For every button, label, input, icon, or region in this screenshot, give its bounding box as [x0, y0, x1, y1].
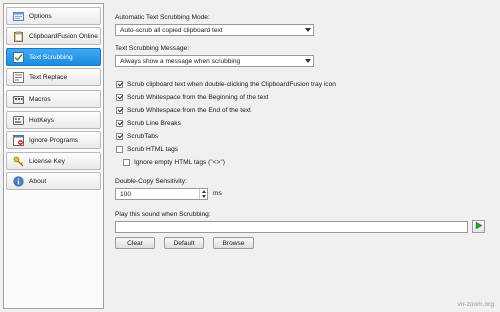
sidebar-item-clipboardfusion-online[interactable]: ClipboardFusion Online	[6, 27, 101, 45]
sidebar-item-options[interactable]: Options	[6, 7, 101, 25]
sidebar-item-hotkeys[interactable]: HotKeys	[6, 111, 101, 129]
checkbox-box[interactable]	[116, 80, 123, 88]
default-button[interactable]: Default	[164, 237, 204, 249]
checkbox-label: Scrub Whitespace from the End of the tex…	[127, 106, 251, 114]
sidebar-item-ignore-programs[interactable]: Ignore Programs	[6, 131, 101, 149]
browse-button[interactable]: Browse	[213, 237, 254, 249]
sidebar-item-about[interactable]: About	[6, 172, 101, 190]
spin-down-icon[interactable]	[200, 194, 207, 199]
checkbox-box[interactable]	[123, 158, 130, 166]
scrub-tray-checkbox[interactable]: Scrub clipboard text when double-clickin…	[116, 79, 336, 89]
scrub-checklist-icon	[12, 51, 24, 63]
scrub-tabs-checkbox[interactable]: ScrubTabs	[116, 131, 158, 141]
sidebar-item-label: Text Scrubbing	[29, 53, 73, 61]
spinner-buttons[interactable]	[199, 189, 207, 199]
checkbox-label: Scrub Line Breaks	[127, 119, 181, 127]
message-select[interactable]: Always show a message when scrubbing	[115, 55, 314, 67]
ignore-empty-html-tags-checkbox[interactable]: Ignore empty HTML tags ("<>")	[123, 157, 225, 167]
message-value: Always show a message when scrubbing	[120, 57, 241, 65]
checkbox-label: Ignore empty HTML tags ("<>")	[134, 158, 225, 166]
message-label: Text Scrubbing Message:	[115, 45, 190, 52]
options-icon	[12, 10, 24, 22]
ignore-programs-icon	[12, 134, 24, 146]
checkbox-label: Scrub HTML tags	[127, 145, 179, 153]
chevron-down-icon	[302, 56, 313, 66]
sidebar-item-label: Text Replace	[29, 73, 68, 81]
auto-mode-value: Auto-scrub all copied clipboard text	[120, 26, 223, 34]
play-sound-button[interactable]	[472, 220, 485, 233]
hotkeys-icon	[12, 114, 24, 126]
checkbox-box[interactable]	[116, 119, 123, 127]
checkbox-box[interactable]	[116, 145, 123, 153]
sidebar-item-label: Options	[29, 12, 52, 20]
checkbox-label: ScrubTabs	[127, 132, 159, 140]
clear-button[interactable]: Clear	[115, 237, 155, 249]
auto-mode-select[interactable]: Auto-scrub all copied clipboard text	[115, 24, 314, 36]
sidebar-item-macros[interactable]: Macros	[6, 90, 101, 108]
checkbox-box[interactable]	[116, 93, 123, 101]
double-copy-sensitivity-input[interactable]: 100	[115, 188, 208, 200]
sidebar-item-license-key[interactable]: License Key	[6, 152, 101, 170]
key-icon	[12, 155, 24, 167]
text-replace-icon	[12, 71, 24, 83]
sidebar: Options ClipboardFusion Online Text Scru…	[3, 3, 104, 309]
settings-panel: Automatic Text Scrubbing Mode: Auto-scru…	[106, 0, 500, 312]
checkbox-label: Scrub clipboard text when double-clickin…	[127, 80, 336, 88]
double-copy-unit: ms	[213, 190, 222, 197]
checkbox-label: Scrub Whitespace from the Beginning of t…	[127, 93, 269, 101]
sidebar-item-label: HotKeys	[29, 116, 54, 124]
watermark: vn-zoom.org	[457, 301, 494, 308]
scrub-whitespace-beginning-checkbox[interactable]: Scrub Whitespace from the Beginning of t…	[116, 92, 268, 102]
double-copy-label: Double-Copy Sensitivity:	[115, 178, 187, 185]
about-icon	[12, 175, 24, 187]
sidebar-item-text-scrubbing[interactable]: Text Scrubbing	[6, 48, 101, 66]
sidebar-item-label: Ignore Programs	[29, 136, 79, 144]
sidebar-item-text-replace[interactable]: Text Replace	[6, 68, 101, 86]
scrub-html-tags-checkbox[interactable]: Scrub HTML tags	[116, 144, 178, 154]
play-icon	[475, 221, 483, 231]
sidebar-item-label: Macros	[29, 95, 51, 103]
sidebar-item-label: License Key	[29, 157, 65, 165]
macros-icon	[12, 93, 24, 105]
double-copy-value: 100	[120, 190, 132, 198]
scrub-line-breaks-checkbox[interactable]: Scrub Line Breaks	[116, 118, 181, 128]
sidebar-item-label: About	[29, 177, 47, 185]
scrub-whitespace-end-checkbox[interactable]: Scrub Whitespace from the End of the tex…	[116, 105, 251, 115]
sound-file-input[interactable]	[115, 221, 468, 233]
checkbox-box[interactable]	[116, 106, 123, 114]
sidebar-item-label: ClipboardFusion Online	[29, 32, 98, 40]
chevron-down-icon	[302, 25, 313, 35]
auto-mode-label: Automatic Text Scrubbing Mode:	[115, 14, 210, 21]
clipboard-icon	[12, 30, 24, 42]
sound-label: Play this sound when Scrubbing:	[115, 211, 211, 218]
checkbox-box[interactable]	[116, 132, 123, 140]
